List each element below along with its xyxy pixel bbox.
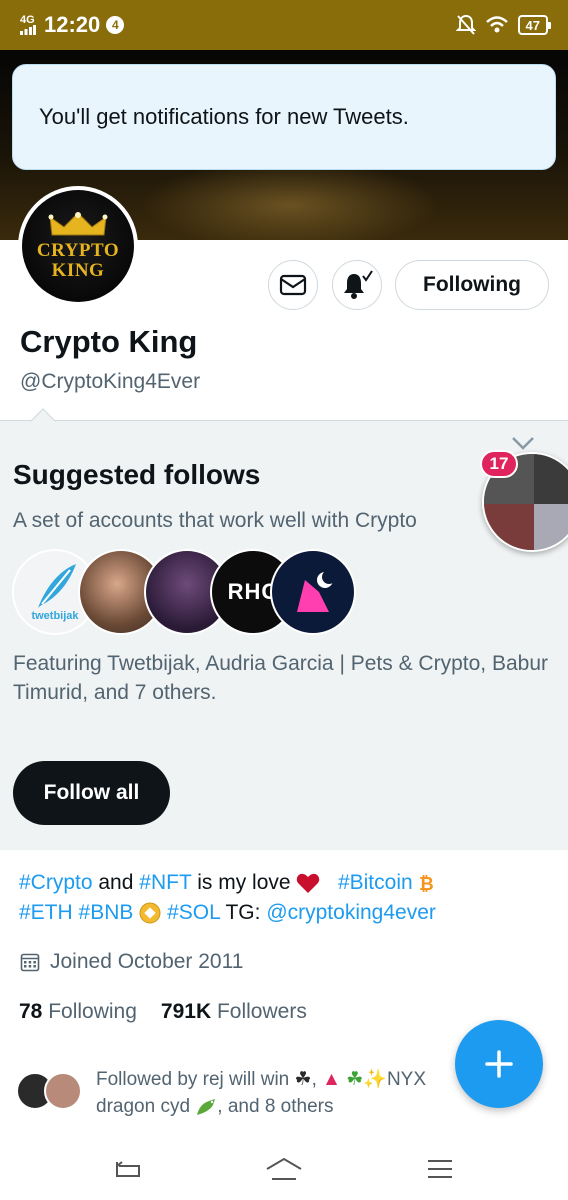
menu-icon (428, 1160, 452, 1178)
twetbijak-logo-text: twetbijak (31, 610, 79, 622)
following-label: Following (48, 1000, 137, 1023)
hashtag-sol[interactable]: #SOL (167, 901, 220, 924)
followed-by-text-1: Followed by rej will win (96, 1069, 290, 1090)
bio-text-love: is my love (197, 871, 291, 894)
battery-indicator: 47 (517, 15, 552, 35)
toast-message: You'll get notifications for new Tweets. (39, 104, 409, 129)
notifications-button[interactable] (332, 260, 382, 310)
follow-all-button[interactable]: Follow all (13, 761, 170, 825)
profile-avatar[interactable]: CRYPTO KING (18, 186, 138, 306)
envelope-icon (279, 274, 307, 296)
profile-handle: @CryptoKing4Ever (20, 370, 201, 393)
followed-avatar-2 (44, 1072, 82, 1110)
follow-all-label: Follow all (43, 781, 140, 804)
following-stat[interactable]: 78 Following (19, 1000, 137, 1024)
followers-stat[interactable]: 791K Followers (161, 1000, 307, 1024)
followers-count: 791K (160, 1000, 212, 1023)
suggested-avatar-5[interactable] (270, 549, 356, 635)
following-button-label: Following (423, 273, 521, 296)
back-button[interactable] (108, 1154, 148, 1184)
network-indicator: 4G (20, 15, 36, 35)
bell-check-icon (344, 270, 373, 299)
heart-icon (297, 874, 320, 894)
joined-text: Joined October 2011 (50, 950, 244, 973)
clock: 12:20 (44, 12, 101, 37)
battery-level: 47 (525, 17, 540, 33)
joined-date: Joined October 2011 (20, 950, 243, 974)
suggested-avatars[interactable]: twetbijak RHC (12, 549, 356, 635)
bio-text-tg: TG: (225, 901, 261, 924)
following-count: 78 (19, 1000, 43, 1023)
suggested-featuring: Featuring Twetbijak, Audria Garcia | Pet… (13, 652, 548, 704)
message-button[interactable] (268, 260, 318, 310)
signal-icon (20, 25, 36, 35)
svg-text:₿: ₿ (419, 874, 433, 893)
avatar-text-crypto: CRYPTO (36, 240, 120, 261)
profile-name: Crypto King (20, 324, 198, 359)
followed-by-text-3: dragon cyd (96, 1096, 191, 1117)
status-bar: 4G 12:20 4 47 (0, 0, 568, 50)
mention-cryptoking4ever[interactable]: @cryptoking4ever (266, 901, 436, 924)
hashtag-eth[interactable]: #ETH (19, 901, 73, 924)
red-triangle-icon: ▲ (322, 1069, 341, 1090)
recents-button[interactable] (420, 1154, 460, 1184)
avatar-text-king: KING (51, 260, 105, 281)
clover-icon: ☘ (346, 1069, 364, 1090)
sparkles-icon: ✨ (363, 1069, 387, 1090)
network-type: 4G (20, 14, 35, 26)
followed-by[interactable]: Followed by rej will win ☘, ▲ ☘✨NYX drag… (16, 1066, 466, 1120)
notification-count-badge: 4 (106, 16, 125, 34)
profile-bio: #Crypto and #NFT is my love #Bitcoin ₿ #… (19, 868, 559, 928)
compose-tweet-button[interactable] (455, 1020, 543, 1108)
bio-text-and: and (98, 871, 134, 894)
hashtag-crypto[interactable]: #Crypto (19, 871, 93, 894)
followers-label: Followers (216, 1000, 307, 1023)
feather-icon (38, 564, 76, 608)
back-icon (116, 1161, 140, 1177)
system-nav-bar (0, 1138, 568, 1200)
bubble-photo-2 (534, 454, 568, 504)
silent-bell-icon (455, 14, 476, 35)
card-pointer (30, 408, 56, 434)
bubble-photo-3 (484, 504, 534, 550)
suggested-follows-card: Suggested follows A set of accounts that… (0, 408, 568, 850)
suggested-subtitle: A set of accounts that work well with Cr… (13, 509, 417, 532)
calendar-icon (20, 953, 40, 972)
crown-icon (48, 212, 108, 236)
hashtag-nft[interactable]: #NFT (139, 871, 191, 894)
bubble-unread-badge: 17 (480, 450, 518, 478)
dragon-icon (197, 1098, 216, 1115)
following-button[interactable]: Following (395, 260, 549, 310)
bnb-icon (139, 902, 161, 924)
followed-by-avatars (16, 1072, 92, 1110)
home-button[interactable] (264, 1154, 304, 1184)
follow-stats: 78 Following 791K Followers (19, 1000, 307, 1024)
home-icon (266, 1157, 302, 1180)
bitcoin-icon: ₿ (419, 874, 433, 893)
bubble-photo-4 (534, 504, 568, 550)
plus-icon (485, 1050, 513, 1078)
hashtag-bnb[interactable]: #BNB (79, 901, 134, 924)
followed-by-text-2: NYX (386, 1069, 427, 1090)
hashtag-bitcoin[interactable]: #Bitcoin (338, 871, 413, 894)
wifi-icon (485, 16, 508, 33)
shamrock-icon: ☘ (294, 1069, 312, 1090)
suggested-title: Suggested follows (13, 459, 261, 490)
notification-toast: You'll get notifications for new Tweets. (12, 64, 556, 170)
moon-art-icon (297, 570, 336, 612)
followed-by-text-4: , and 8 others (217, 1096, 334, 1117)
